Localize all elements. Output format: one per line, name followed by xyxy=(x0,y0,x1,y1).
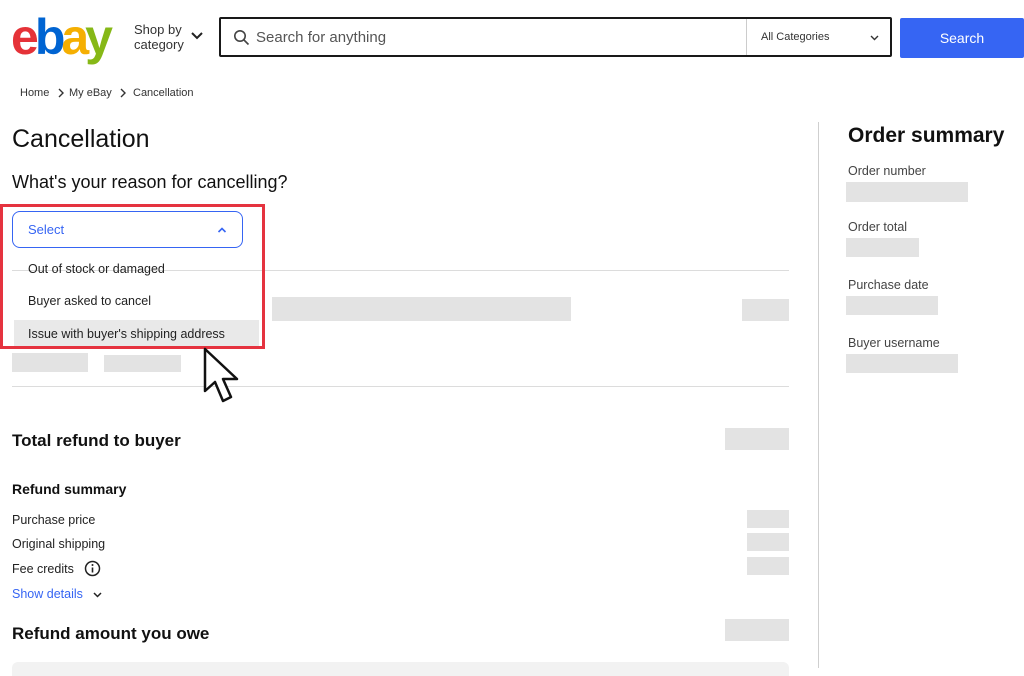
total-refund-label: Total refund to buyer xyxy=(12,431,181,450)
item-title-placeholder xyxy=(272,297,571,321)
original-shipping-placeholder xyxy=(747,533,789,551)
purchase-price-placeholder xyxy=(747,510,789,528)
fee-credits-label: Fee credits xyxy=(12,562,74,576)
bottom-panel xyxy=(12,662,789,676)
logo-letter-a: a xyxy=(61,9,89,65)
chevron-right-icon xyxy=(58,88,64,98)
refund-owe-placeholder xyxy=(725,619,789,641)
refund-owe-label: Refund amount you owe xyxy=(12,624,210,643)
total-refund-placeholder xyxy=(725,428,789,450)
chevron-right-icon xyxy=(120,88,126,98)
order-number-placeholder xyxy=(846,182,968,202)
buyer-username-placeholder xyxy=(846,354,958,373)
purchase-price-label: Purchase price xyxy=(12,513,96,527)
search-input[interactable] xyxy=(256,19,736,55)
original-shipping-label: Original shipping xyxy=(12,537,106,551)
page-title: Cancellation xyxy=(12,125,150,153)
order-total-placeholder xyxy=(846,238,919,257)
category-divider xyxy=(746,19,747,55)
logo-letter-b: b xyxy=(34,9,65,65)
column-divider xyxy=(818,122,819,668)
category-select[interactable]: All Categories xyxy=(761,31,829,43)
item-price-placeholder xyxy=(742,299,789,321)
chevron-down-icon[interactable] xyxy=(190,28,204,42)
logo-letter-e: e xyxy=(11,9,39,65)
divider xyxy=(12,386,789,387)
item-detail-placeholder xyxy=(104,355,181,372)
purchase-date-label: Purchase date xyxy=(848,278,929,292)
buyer-username-label: Buyer username xyxy=(848,336,940,350)
refund-summary-heading: Refund summary xyxy=(12,481,127,497)
shop-by-line1: Shop by xyxy=(134,22,182,37)
search-button[interactable]: Search xyxy=(900,18,1024,58)
mouse-pointer-icon xyxy=(203,347,239,403)
ebay-logo[interactable]: ebay xyxy=(11,9,113,65)
breadcrumb-cancellation: Cancellation xyxy=(133,87,194,99)
item-detail-placeholder xyxy=(12,353,88,372)
purchase-date-placeholder xyxy=(846,296,938,315)
shop-by-line2: category xyxy=(134,37,184,52)
order-total-label: Order total xyxy=(848,220,908,234)
fee-credits-placeholder xyxy=(747,557,789,575)
breadcrumb-home[interactable]: Home xyxy=(20,87,49,99)
order-summary-title: Order summary xyxy=(848,124,1005,147)
order-number-label: Order number xyxy=(848,164,926,178)
cancel-reason-question: What's your reason for cancelling? xyxy=(12,172,288,192)
info-icon[interactable] xyxy=(84,560,101,577)
search-icon xyxy=(234,30,250,46)
breadcrumb-my-ebay[interactable]: My eBay xyxy=(69,87,112,99)
chevron-down-icon[interactable] xyxy=(869,32,880,43)
shop-by-category-button[interactable]: Shop by category xyxy=(134,22,184,52)
show-details-link[interactable]: Show details xyxy=(12,587,83,601)
logo-letter-y: y xyxy=(85,9,113,65)
highlight-box xyxy=(0,204,265,349)
chevron-down-icon[interactable] xyxy=(92,589,103,600)
